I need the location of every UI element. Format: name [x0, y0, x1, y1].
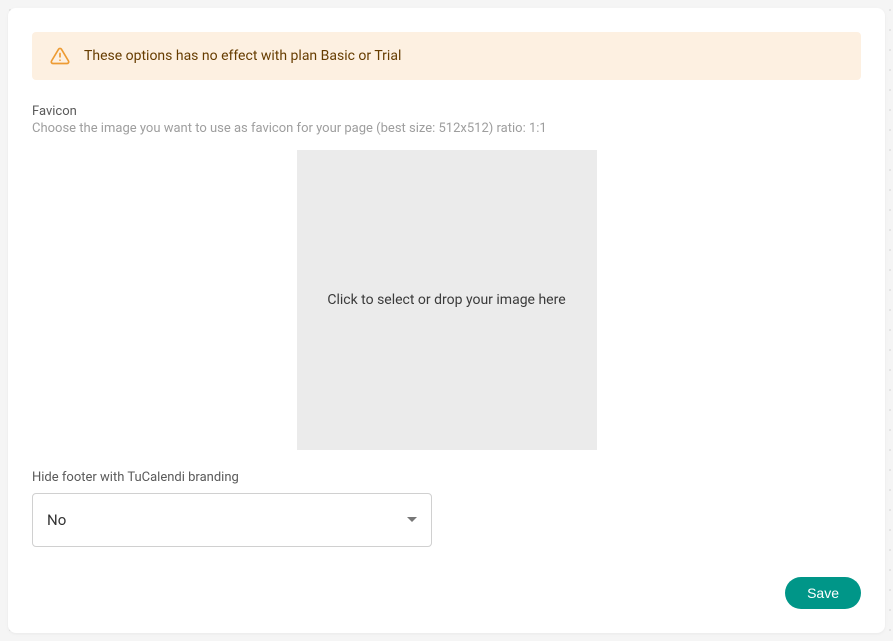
hide-footer-value: No — [47, 511, 407, 529]
warning-icon — [50, 46, 70, 66]
favicon-dropzone[interactable]: Click to select or drop your image here — [297, 150, 597, 450]
favicon-hint: Choose the image you want to use as favi… — [32, 121, 861, 136]
footer-actions: Save — [32, 577, 861, 609]
settings-card: These options has no effect with plan Ba… — [8, 8, 885, 633]
favicon-section: Favicon Choose the image you want to use… — [32, 104, 861, 470]
hide-footer-label: Hide footer with TuCalendi branding — [32, 470, 861, 485]
chevron-down-icon — [407, 517, 417, 523]
save-button[interactable]: Save — [785, 577, 861, 609]
plan-warning-alert: These options has no effect with plan Ba… — [32, 32, 861, 80]
hide-footer-section: Hide footer with TuCalendi branding No — [32, 470, 861, 547]
favicon-label: Favicon — [32, 104, 861, 119]
hide-footer-select[interactable]: No — [32, 493, 432, 547]
dropzone-text: Click to select or drop your image here — [327, 292, 565, 308]
alert-message: These options has no effect with plan Ba… — [84, 48, 401, 64]
dropzone-container: Click to select or drop your image here — [32, 150, 861, 450]
